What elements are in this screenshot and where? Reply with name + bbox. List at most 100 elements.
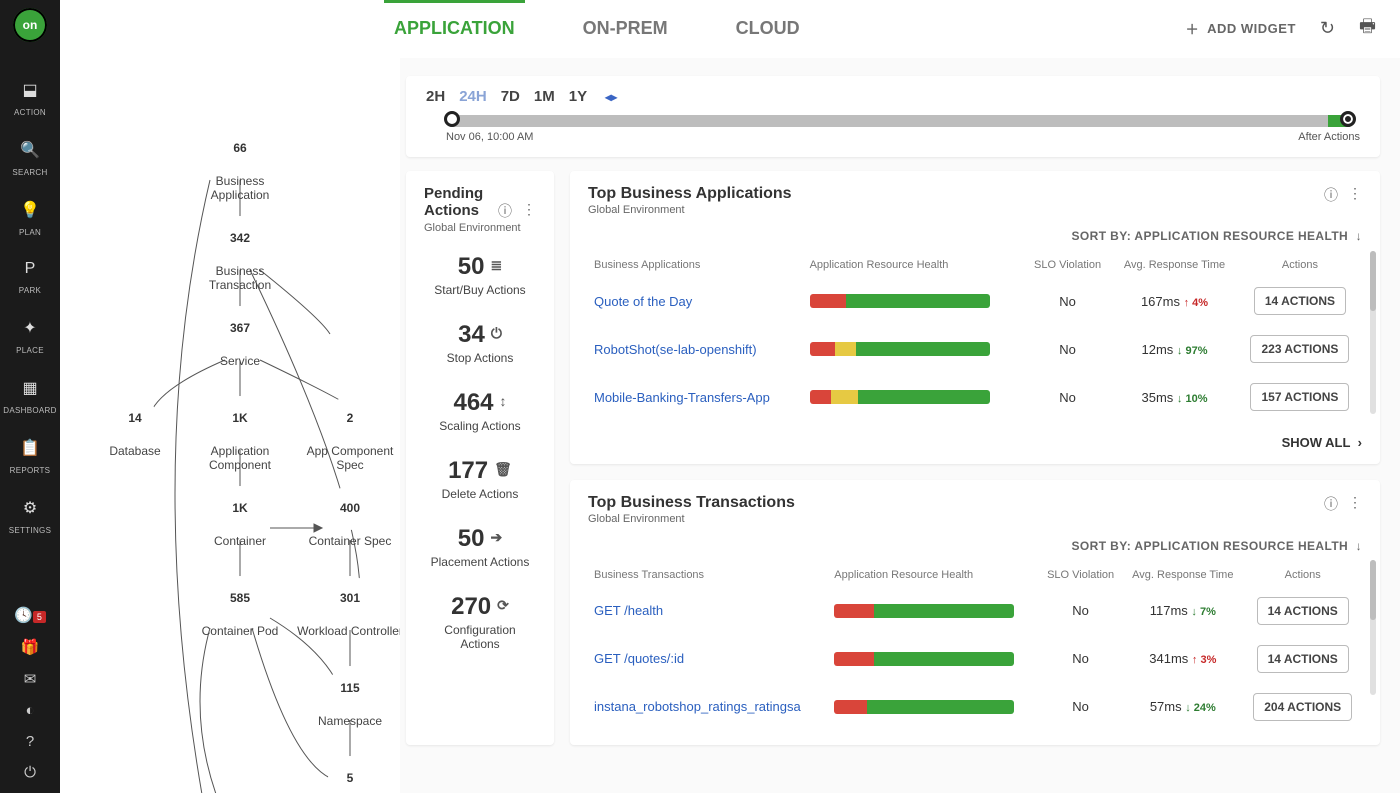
help-icon[interactable]: ⓘ [1324, 494, 1338, 514]
time-range-7D[interactable]: 7D [501, 88, 520, 105]
supply-node[interactable]: 342 Business Transaction [185, 216, 295, 292]
slider-knob-end[interactable] [1340, 111, 1356, 127]
pa-count: 50 [458, 253, 485, 281]
pa-label: Scaling Actions [424, 419, 536, 433]
app-link[interactable]: RobotShot(se-lab-openshift) [594, 342, 757, 357]
tab-application[interactable]: APPLICATION [390, 4, 519, 53]
scrub-icon[interactable]: ◂▸ [605, 90, 617, 104]
gift-icon[interactable]: 🎁 [21, 638, 40, 656]
pending-actions-card: Pending Actions ⓘ ⋮ Global Environment 5… [406, 171, 554, 745]
pa-label: Delete Actions [424, 487, 536, 501]
sort-by-button[interactable]: SORT BY: APPLICATION RESOURCE HEALTH ↓ [588, 229, 1362, 243]
tab-cloud[interactable]: CLOUD [732, 4, 804, 53]
node-ring: 301 [328, 576, 372, 620]
node-ring: 400 [328, 486, 372, 530]
col-header: SLO Violation [1039, 563, 1122, 587]
help-icon[interactable]: ? [26, 733, 34, 750]
node-ring: 342 [218, 216, 262, 260]
supply-node[interactable]: 367Service [185, 306, 295, 368]
slo-cell: No [1039, 683, 1122, 731]
sidebar-item-plan[interactable]: 💡PLAN [0, 192, 60, 252]
pa-count: 177 [448, 457, 488, 485]
supply-node[interactable]: 2App Component Spec [295, 396, 400, 472]
pending-action-item[interactable]: 34⏻Stop Actions [424, 321, 536, 365]
pending-action-item[interactable]: 50➔Placement Actions [424, 525, 536, 569]
nav-icon: P [0, 260, 60, 278]
health-bar [834, 652, 1014, 666]
actions-button[interactable]: 14 ACTIONS [1254, 287, 1346, 315]
sidebar-item-reports[interactable]: 📋REPORTS [0, 430, 60, 490]
more-icon[interactable]: ⋮ [1348, 494, 1362, 514]
actions-button[interactable]: 14 ACTIONS [1257, 597, 1349, 625]
node-label: Business Transaction [185, 264, 295, 292]
power-icon[interactable]: ⏻ [24, 764, 36, 781]
pending-action-item[interactable]: 464↕Scaling Actions [424, 389, 536, 433]
pending-scope: Global Environment [424, 221, 536, 235]
sidebar-item-search[interactable]: 🔍SEARCH [0, 132, 60, 192]
supply-node[interactable]: 400Container Spec [295, 486, 400, 548]
node-label: App Component Spec [295, 444, 400, 472]
brand-logo[interactable]: on [13, 8, 47, 42]
more-icon[interactable]: ⋮ [522, 201, 536, 221]
top-txns-scope: Global Environment [588, 512, 795, 526]
tab-on-prem[interactable]: ON-PREM [579, 4, 672, 53]
time-range-1M[interactable]: 1M [534, 88, 555, 105]
more-icon[interactable]: ⋮ [1348, 185, 1362, 205]
actions-button[interactable]: 14 ACTIONS [1257, 645, 1349, 673]
sidebar-item-dashboard[interactable]: ▦DASHBOARD [0, 370, 60, 430]
supply-node[interactable]: 66Business Application [185, 126, 295, 202]
actions-button[interactable]: 223 ACTIONS [1250, 335, 1349, 363]
time-slider[interactable] [446, 115, 1354, 127]
supply-node[interactable]: 585Container Pod [185, 576, 295, 638]
supply-node[interactable]: 301Workload Controller [295, 576, 400, 638]
time-range-1Y[interactable]: 1Y [569, 88, 587, 105]
mail-icon[interactable]: ✉ [24, 670, 37, 688]
node-ring: 1K [218, 486, 262, 530]
col-header: Avg. Response Time [1122, 563, 1243, 587]
help-icon[interactable]: ⓘ [1324, 185, 1338, 205]
sort-by-button[interactable]: SORT BY: APPLICATION RESOURCE HEALTH ↓ [588, 539, 1362, 553]
sidebar-item-settings[interactable]: ⚙SETTINGS [0, 490, 60, 550]
node-ring: 367 [218, 306, 262, 350]
pending-action-item[interactable]: 270⟳Configuration Actions [424, 593, 536, 651]
print-icon[interactable]: 🖶 [1359, 14, 1376, 44]
notifications-icon[interactable]: 🕓5 [14, 606, 46, 624]
actions-button[interactable]: 204 ACTIONS [1253, 693, 1352, 721]
supply-node[interactable]: 5Container Platform Clust [295, 756, 400, 793]
col-header: Avg. Response Time [1111, 253, 1238, 277]
app-link[interactable]: Mobile-Banking-Transfers-App [594, 390, 770, 405]
scrollbar[interactable] [1370, 560, 1376, 694]
pa-label: Configuration Actions [424, 623, 536, 651]
help-icon[interactable]: ⓘ [498, 201, 512, 221]
time-range-2H[interactable]: 2H [426, 88, 445, 105]
show-all-button[interactable]: SHOW ALL › [588, 435, 1362, 450]
pending-action-item[interactable]: 50≣Start/Buy Actions [424, 253, 536, 297]
time-range-24H[interactable]: 24H [459, 88, 487, 105]
supply-node[interactable]: 115Namespace [295, 666, 400, 728]
app-link[interactable]: GET /quotes/:id [594, 651, 684, 666]
sidebar-item-place[interactable]: ✦PLACE [0, 310, 60, 370]
pa-icon: ↕ [500, 393, 507, 409]
supply-chain-graph[interactable]: 66Business Application 342 Business Transa… [60, 58, 400, 793]
supply-node[interactable]: 14Database [80, 396, 190, 458]
topbar: APPLICATION ON-PREM CLOUD ＋ ADD WIDGET ↻ 🖶 [60, 0, 1400, 58]
table-row: GET /quotes/:id No 341ms ↑ 3% 14 ACTIONS [588, 635, 1362, 683]
pending-action-item[interactable]: 177🗑Delete Actions [424, 457, 536, 501]
globe-icon[interactable]: ◐ [25, 702, 34, 719]
pa-label: Stop Actions [424, 351, 536, 365]
slo-cell: No [1024, 325, 1111, 373]
sidebar-item-action[interactable]: ⬓ACTION [0, 72, 60, 132]
supply-node[interactable]: 1KApplication Component [185, 396, 295, 472]
sidebar-item-park[interactable]: PPARK [0, 252, 60, 310]
history-icon[interactable]: ↻ [1320, 18, 1335, 39]
app-link[interactable]: instana_robotshop_ratings_ratingsa [594, 699, 801, 714]
slider-knob-start[interactable] [444, 111, 460, 127]
app-link[interactable]: Quote of the Day [594, 294, 692, 309]
scrollbar[interactable] [1370, 251, 1376, 414]
app-link[interactable]: GET /health [594, 603, 663, 618]
supply-node[interactable]: 1KContainer [185, 486, 295, 548]
add-widget-button[interactable]: ＋ ADD WIDGET [1186, 19, 1296, 38]
actions-button[interactable]: 157 ACTIONS [1250, 383, 1349, 411]
col-header: Business Applications [588, 253, 804, 277]
nav-label: SETTINGS [9, 526, 51, 535]
